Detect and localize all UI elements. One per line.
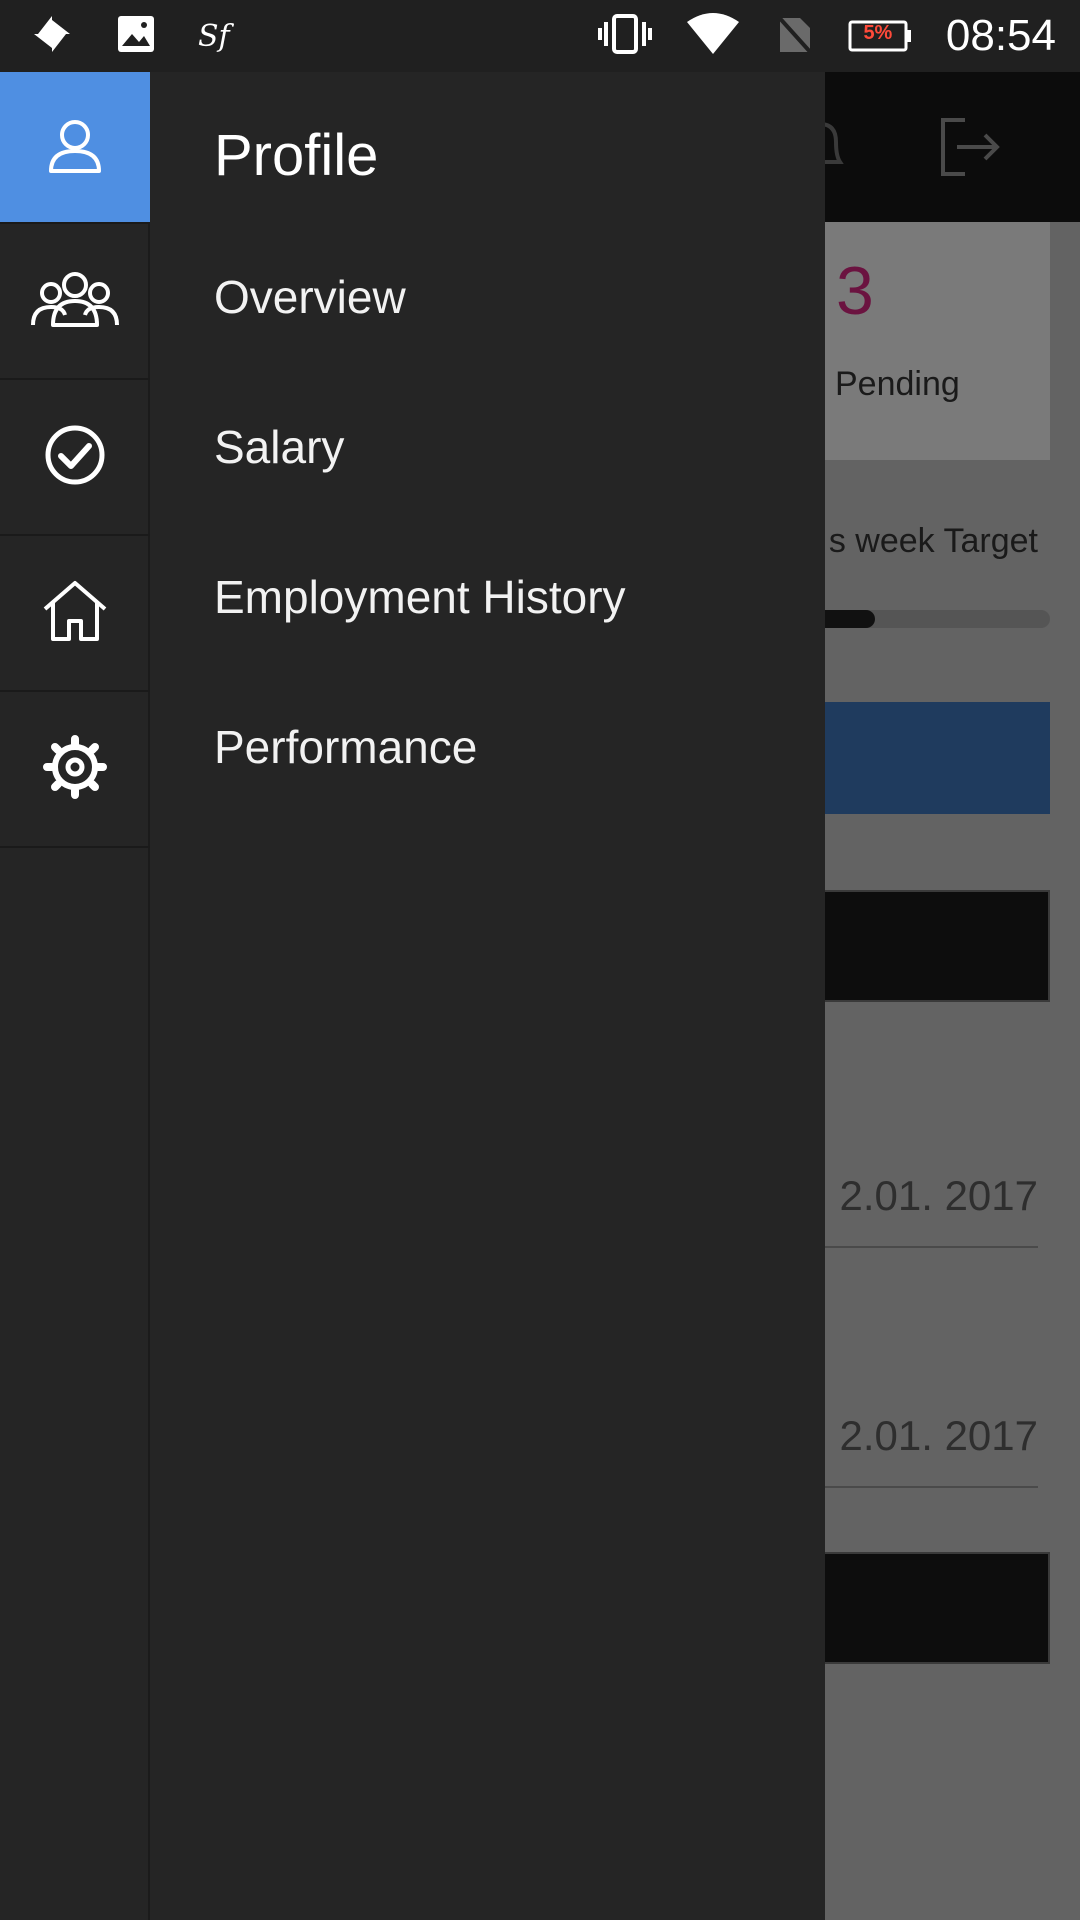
rail-item-profile[interactable] <box>0 72 150 224</box>
drawer-menu-panel: Profile Overview Salary Employment Histo… <box>150 72 825 1920</box>
menu-item-overview[interactable]: Overview <box>214 270 406 324</box>
pinwheel-icon <box>30 12 74 61</box>
person-icon <box>43 113 107 182</box>
pending-label: Pending <box>835 365 960 403</box>
team-icon <box>29 267 121 336</box>
status-bar: Sf 5% 08:54 <box>0 0 1080 72</box>
rail-item-settings[interactable] <box>0 692 150 848</box>
check-circle-icon <box>43 423 107 492</box>
vibrate-icon <box>597 12 652 61</box>
clock: 08:54 <box>945 11 1056 60</box>
no-sim-icon <box>774 12 814 61</box>
battery-percent: 5% <box>863 22 893 44</box>
gear-icon <box>43 734 107 804</box>
sf-logo: Sf <box>198 18 230 54</box>
menu-item-performance[interactable]: Performance <box>214 720 477 774</box>
home-icon <box>41 579 109 648</box>
rail-item-team[interactable] <box>0 224 150 380</box>
menu-item-employment-history[interactable]: Employment History <box>214 570 626 624</box>
rail-item-home[interactable] <box>0 536 150 692</box>
pending-count: 3 <box>836 253 874 329</box>
image-icon <box>116 14 156 59</box>
logout-icon[interactable] <box>935 112 1005 187</box>
drawer-icon-rail <box>0 72 150 1920</box>
menu-item-salary[interactable]: Salary <box>214 420 344 474</box>
drawer-title: Profile <box>214 123 379 188</box>
wifi-icon <box>686 12 740 61</box>
rail-item-tasks[interactable] <box>0 380 150 536</box>
battery-icon: 5% <box>848 20 912 52</box>
